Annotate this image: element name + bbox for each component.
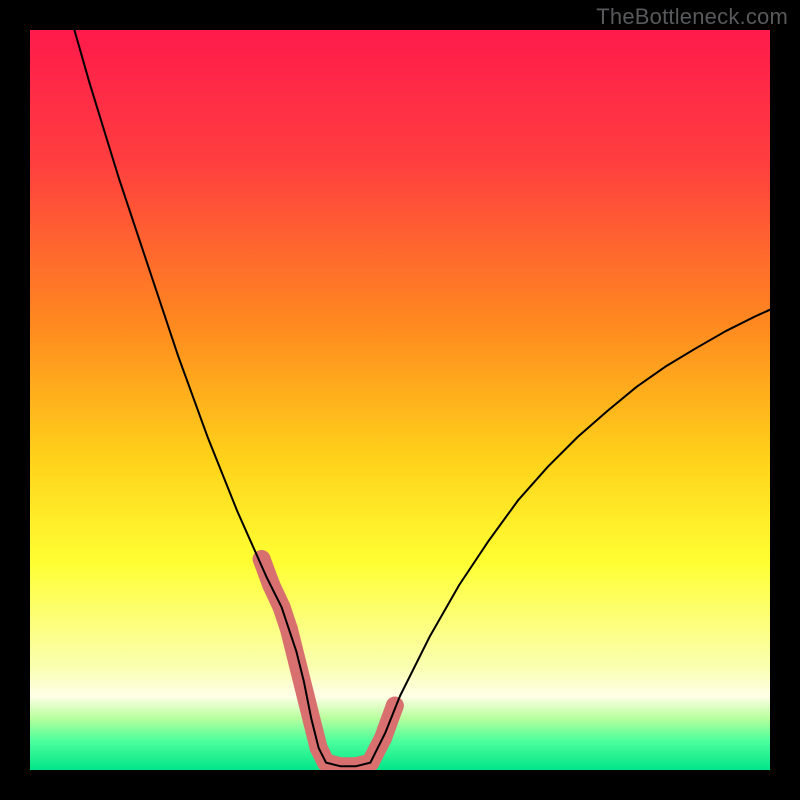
watermark-text: TheBottleneck.com (596, 4, 788, 30)
chart-svg (30, 30, 770, 770)
chart-frame: TheBottleneck.com (0, 0, 800, 800)
gradient-background (30, 30, 770, 770)
plot-area (30, 30, 770, 770)
highlight-marker (386, 697, 404, 715)
